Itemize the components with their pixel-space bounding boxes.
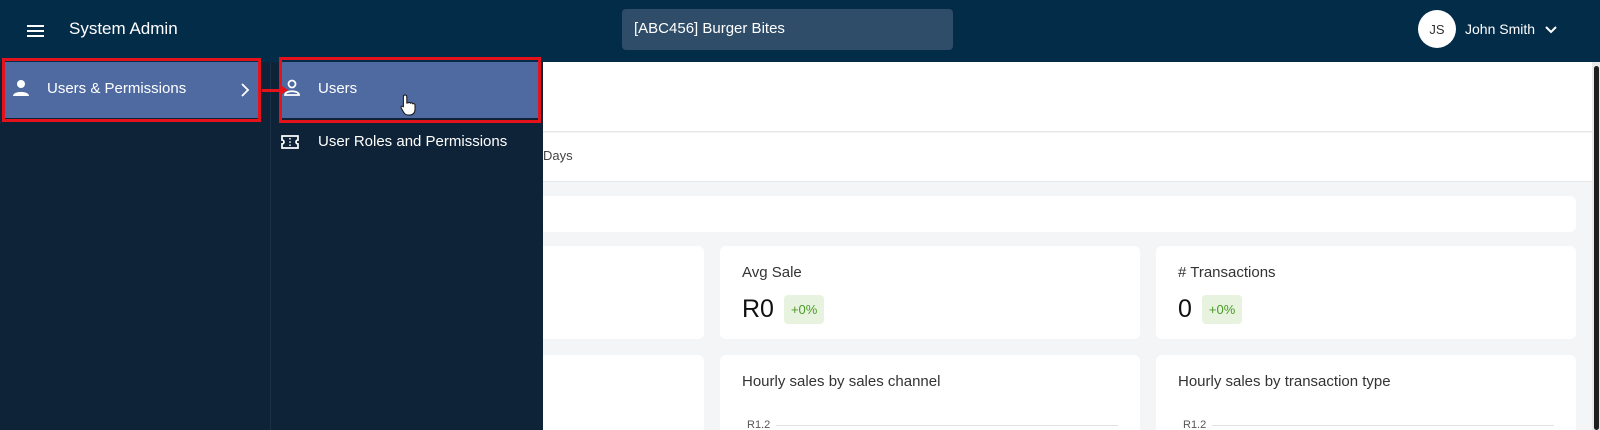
avatar[interactable]: JS: [1418, 10, 1456, 48]
top-bar: System Admin [ABC456] Burger Bites JS Jo…: [0, 0, 1600, 62]
metric: 0 +0%: [1178, 295, 1243, 324]
ticket-icon: [281, 135, 299, 149]
chevron-down-icon[interactable]: [1542, 20, 1560, 38]
chart-card-sales-channel: Hourly sales by sales channel R1.2: [720, 355, 1140, 430]
scrollbar-thumb[interactable]: [1594, 66, 1599, 430]
annotation-arrow-head: [279, 84, 288, 96]
grid-line: [1212, 425, 1554, 426]
metric-card-transactions: # Transactions 0 +0%: [1156, 246, 1576, 339]
metric-card-avg-sale: Avg Sale R0 +0%: [720, 246, 1140, 339]
submenu-item-roles[interactable]: User Roles and Permissions: [281, 122, 540, 162]
grid-line: [776, 425, 1118, 426]
change-badge: +0%: [1201, 295, 1243, 324]
axis-tick-label: R1.2: [1183, 419, 1207, 430]
hamburger-icon[interactable]: [24, 19, 48, 43]
user-name[interactable]: John Smith: [1465, 21, 1535, 37]
tab-days[interactable]: Days: [543, 148, 573, 163]
metric-card-partial: [540, 246, 704, 339]
app-title: System Admin: [69, 19, 178, 38]
filter-bar[interactable]: [540, 196, 1576, 232]
highlight-box-users-permissions: [2, 58, 261, 122]
card-title: Avg Sale: [742, 264, 802, 281]
chart-card-transaction-type: Hourly sales by transaction type R1.2: [1156, 355, 1576, 430]
card-title: # Transactions: [1178, 264, 1276, 281]
hand-pointer-icon: [400, 94, 416, 116]
chart-card-partial: [540, 355, 704, 430]
submenu-item-label: User Roles and Permissions: [318, 133, 508, 150]
metric-value: R0: [742, 295, 774, 323]
card-title: Hourly sales by sales channel: [742, 373, 941, 390]
metric: R0 +0%: [742, 295, 825, 324]
change-badge: +0%: [783, 295, 825, 324]
axis-tick-label: R1.2: [747, 419, 771, 430]
metric-value: 0: [1178, 295, 1192, 323]
card-title: Hourly sales by transaction type: [1178, 373, 1391, 390]
store-select[interactable]: [ABC456] Burger Bites: [622, 9, 953, 50]
